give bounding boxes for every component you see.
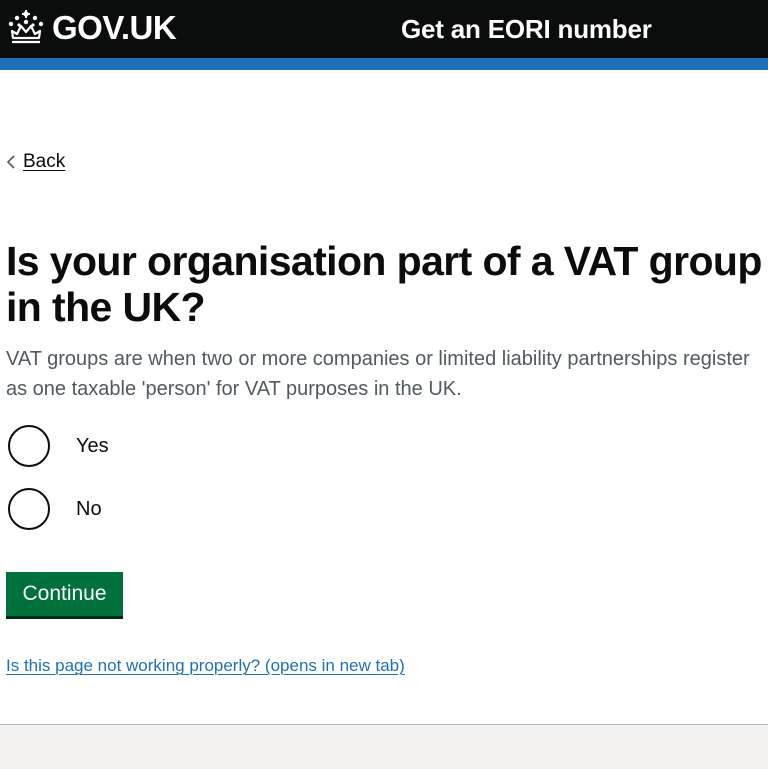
- govuk-logo-link[interactable]: GOV.UK: [6, 8, 177, 48]
- radio-button-no[interactable]: [8, 488, 50, 530]
- header-accent-bar: [0, 58, 768, 70]
- back-link-label: Back: [23, 151, 66, 172]
- govuk-logo-text: GOV.UK: [52, 9, 177, 46]
- continue-button[interactable]: Continue: [6, 572, 123, 616]
- page-title: Is your organisation part of a VAT group…: [6, 238, 762, 330]
- site-header: GOV.UK Get an EORI number: [0, 0, 768, 58]
- back-link[interactable]: Back: [6, 150, 65, 174]
- crown-icon: [8, 10, 44, 44]
- question-hint: VAT groups are when two or more companie…: [6, 348, 750, 400]
- radio-label-no[interactable]: No: [76, 497, 102, 521]
- radio-option-yes[interactable]: Yes: [8, 425, 109, 467]
- radio-button-yes[interactable]: [8, 425, 50, 467]
- chevron-left-icon: [6, 155, 15, 169]
- service-name-link[interactable]: Get an EORI number: [401, 13, 652, 45]
- site-footer: [0, 724, 768, 769]
- report-problem-link[interactable]: Is this page not working properly? (open…: [6, 655, 405, 677]
- radio-label-yes[interactable]: Yes: [76, 434, 109, 458]
- radio-option-no[interactable]: No: [8, 488, 102, 530]
